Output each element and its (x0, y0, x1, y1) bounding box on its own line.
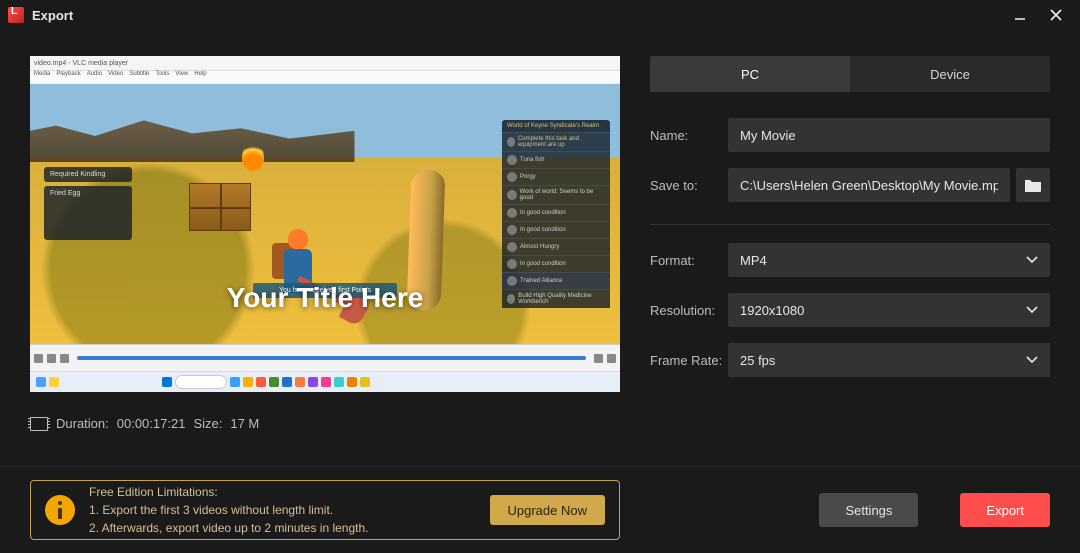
framerate-value: 25 fps (740, 353, 775, 368)
export-button[interactable]: Export (960, 493, 1050, 527)
chevron-down-icon (1026, 306, 1038, 314)
resolution-select[interactable]: 1920x1080 (728, 293, 1050, 327)
framerate-label: Frame Rate: (650, 353, 728, 368)
preview-taskbar (30, 371, 620, 392)
save-to-label: Save to: (650, 178, 728, 193)
preview-left-hud: Required Kindling Fried Egg (44, 167, 132, 244)
folder-icon (1024, 178, 1042, 192)
overlay-title-text: Your Title Here (227, 282, 424, 314)
app-icon (8, 7, 24, 23)
chevron-down-icon (1026, 256, 1038, 264)
format-select[interactable]: MP4 (728, 243, 1050, 277)
browse-folder-button[interactable] (1016, 168, 1050, 202)
limitations-banner: Free Edition Limitations: 1. Export the … (30, 480, 620, 540)
framerate-select[interactable]: 25 fps (728, 343, 1050, 377)
info-icon (45, 495, 75, 525)
format-label: Format: (650, 253, 728, 268)
video-preview: video.mp4 - VLC media player MediaPlayba… (30, 56, 620, 392)
export-target-tabs: PC Device (650, 56, 1050, 92)
settings-button[interactable]: Settings (819, 493, 918, 527)
chevron-down-icon (1026, 356, 1038, 364)
tab-device[interactable]: Device (850, 56, 1050, 92)
window-titlebar: Export (0, 0, 1080, 30)
duration-label: Duration: (56, 416, 109, 431)
tab-pc[interactable]: PC (650, 56, 850, 92)
limitations-line-1: 1. Export the first 3 videos without len… (89, 501, 476, 519)
window-title: Export (32, 8, 73, 23)
preview-player-controls (30, 344, 620, 371)
format-value: MP4 (740, 253, 767, 268)
size-value: 17 M (230, 416, 259, 431)
form-divider (650, 224, 1050, 225)
preview-player-titlebar: video.mp4 - VLC media player (30, 56, 620, 71)
preview-right-hud: World of Keyne Syndicate's Realm Complet… (502, 120, 610, 308)
close-button[interactable] (1048, 7, 1064, 23)
upgrade-button[interactable]: Upgrade Now (490, 495, 606, 525)
limitations-line-2: 2. Afterwards, export video up to 2 minu… (89, 519, 476, 537)
file-info-row: Duration: 00:00:17:21 Size: 17 M (30, 416, 620, 431)
resolution-label: Resolution: (650, 303, 728, 318)
resolution-value: 1920x1080 (740, 303, 804, 318)
name-input[interactable] (728, 118, 1050, 152)
duration-value: 00:00:17:21 (117, 416, 186, 431)
size-label: Size: (193, 416, 222, 431)
save-to-input[interactable] (728, 168, 1010, 202)
limitations-heading: Free Edition Limitations: (89, 483, 476, 501)
film-icon (30, 417, 48, 431)
name-label: Name: (650, 128, 728, 143)
minimize-button[interactable] (1012, 7, 1028, 23)
preview-player-menubar: MediaPlaybackAudioVideoSubtitleToolsView… (30, 71, 620, 84)
preview-game-frame: Required Kindling Fried Egg World of Key… (30, 84, 620, 344)
